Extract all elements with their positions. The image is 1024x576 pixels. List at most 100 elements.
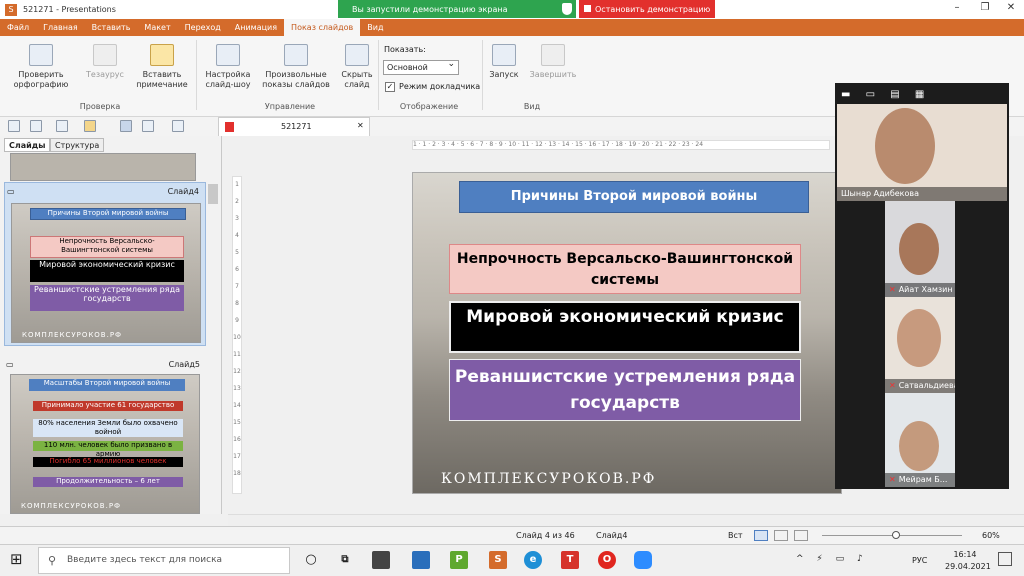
thumb5-line4: Погибло 65 миллионов человек	[33, 457, 183, 467]
horizontal-scrollbar[interactable]	[228, 514, 1024, 526]
thumb5-line3: 110 млн. человек было призвано в армию	[33, 441, 183, 458]
ruler-tick: 17	[233, 453, 241, 460]
setup-icon	[216, 44, 240, 66]
tab-view[interactable]: Вид	[360, 19, 390, 36]
close-icon[interactable]: ✕	[1002, 2, 1020, 16]
slide4-item[interactable]: ▭ Слайд4 Причины Второй мировой войны Не…	[4, 182, 206, 346]
start-show-button[interactable]: Запуск	[486, 44, 522, 80]
zoom-slider-thumb[interactable]	[892, 531, 900, 539]
save-icon[interactable]	[120, 120, 132, 132]
tab-slides[interactable]: Слайды	[4, 138, 51, 152]
participant-tile-2[interactable]: ✕ Айат Хамзин	[885, 201, 955, 297]
insert-note-button[interactable]: Вставить примечание	[132, 44, 192, 90]
tab-layout[interactable]: Макет	[137, 19, 177, 36]
thesaurus-label: Тезаурус	[86, 70, 124, 79]
ruler-tick: 15	[233, 419, 241, 426]
notifications-icon[interactable]	[998, 552, 1012, 566]
store-icon[interactable]	[372, 551, 390, 569]
language-indicator[interactable]: РУС	[912, 556, 927, 565]
participant-tile-3[interactable]: ✕Сатвальдиева Жанна	[885, 297, 955, 393]
tab-slideshow[interactable]: Показ слайдов	[284, 19, 361, 36]
tray-icons[interactable]: ^ ⚡ ▭ ♪	[796, 554, 868, 564]
participant-avatar	[875, 108, 935, 184]
restore-icon[interactable]: ❐	[976, 2, 994, 16]
show-mode-select[interactable]: Основной	[383, 58, 459, 75]
cortana-icon[interactable]: ○	[302, 551, 320, 569]
tab-transition[interactable]: Переход	[178, 19, 228, 36]
view-switch-icons[interactable]: ▬ ▭ ▤ ▦	[841, 89, 1001, 103]
redo-icon[interactable]	[172, 120, 184, 132]
normal-view-icon[interactable]	[754, 530, 768, 541]
status-bar: Слайд 4 из 46 Слайд4 Вст 60%	[0, 526, 1024, 544]
panel-scrollbar[interactable]	[208, 184, 218, 204]
presentations-icon[interactable]: S	[489, 551, 507, 569]
notes-view-icon[interactable]	[794, 530, 808, 541]
tab-file[interactable]: Файл	[0, 19, 36, 36]
participant-avatar	[899, 223, 939, 275]
main-slide[interactable]: Причины Второй мировой войны Непрочность…	[412, 172, 842, 494]
open-folder-icon[interactable]	[84, 120, 96, 132]
hide-slide-button[interactable]: Скрыть слайд	[336, 44, 378, 90]
slide-box3: Реваншистские устремления ряда государст…	[449, 359, 801, 421]
clock[interactable]: 16:14 29.04.2021	[945, 549, 991, 573]
ribbon-divider	[196, 40, 197, 110]
search-icon: ⚲	[48, 554, 57, 567]
taskbar-search[interactable]: ⚲ Введите здесь текст для поиска	[38, 547, 290, 574]
textmaker-icon[interactable]: T	[561, 551, 579, 569]
slide5-item[interactable]: ▭ Слайд5 Масштабы Второй мировой войны П…	[4, 358, 206, 514]
slideshow-setup-button[interactable]: Настройка слайд-шоу	[200, 44, 256, 90]
ruler-tick: 2	[235, 198, 239, 205]
thesaurus-button[interactable]: Тезаурус	[80, 44, 130, 80]
window-title: 521271 - Presentations	[23, 5, 116, 14]
hide-slide-icon	[345, 44, 369, 66]
task-view-icon[interactable]: ⧉	[336, 551, 354, 569]
slide3-thumbnail-partial[interactable]	[10, 153, 196, 181]
screen-share-banner: Вы запустили демонстрацию экрана	[338, 0, 576, 18]
custom-shows-button[interactable]: Произвольные показы слайдов	[260, 44, 332, 90]
minimize-icon[interactable]: –	[948, 2, 966, 16]
sorter-view-icon[interactable]	[774, 530, 788, 541]
slide5-thumbnail[interactable]: Масштабы Второй мировой войны Принимало …	[10, 374, 200, 514]
ruler-tick: 11	[233, 351, 241, 358]
planmaker-icon[interactable]: P	[450, 551, 468, 569]
participant-tile-4[interactable]: ✕ Мейрам Б...	[885, 393, 955, 487]
zoom-app-icon[interactable]	[634, 551, 652, 569]
stop-share-label: Остановить демонстрацию	[595, 4, 711, 14]
undo-icon[interactable]	[142, 120, 154, 132]
slide-watermark: КОМПЛЕКСУРОКОВ.РФ	[441, 471, 657, 487]
slide-name: Слайд4	[596, 531, 628, 540]
spellcheck-button[interactable]: Проверить орфографию	[8, 44, 74, 90]
tab-home[interactable]: Главная	[36, 19, 85, 36]
stop-share-button[interactable]: Остановить демонстрацию	[579, 0, 715, 18]
app-icon: S	[5, 3, 17, 16]
horizontal-ruler: 1 · 1 · 2 · 3 · 4 · 5 · 6 · 7 · 8 · 9 · …	[412, 140, 830, 150]
ruler-tick: 18	[233, 470, 241, 477]
finish-show-button[interactable]: Завершить	[528, 44, 578, 80]
opera-icon[interactable]: O	[598, 551, 616, 569]
start-label: Запуск	[489, 70, 519, 79]
edge-icon[interactable]: e	[524, 551, 542, 569]
tab-insert[interactable]: Вставить	[85, 19, 138, 36]
ruler-tick: 10	[233, 334, 241, 341]
setup-label: Настройка слайд-шоу	[205, 70, 251, 89]
participant-avatar	[899, 421, 939, 471]
ruler-tick: 9	[235, 317, 239, 324]
new-file-icon[interactable]	[56, 120, 68, 132]
menu-icon[interactable]	[8, 120, 20, 132]
tab-animation[interactable]: Анимация	[228, 19, 284, 36]
presenter-mode-checkbox[interactable]: ✓	[385, 82, 395, 92]
mail-icon[interactable]	[412, 551, 430, 569]
thumb5-watermark: КОМПЛЕКСУРОКОВ.РФ	[21, 502, 122, 510]
tab-structure[interactable]: Структура	[50, 138, 105, 152]
group-manage-label: Управление	[264, 102, 316, 111]
thumb4-title: Причины Второй мировой войны	[30, 208, 186, 220]
slide5-label: Слайд5	[168, 360, 200, 369]
group-view-label: Вид	[523, 102, 541, 111]
slide4-thumbnail[interactable]: Причины Второй мировой войны Непрочность…	[11, 203, 201, 343]
close-tab-icon[interactable]: ✕	[357, 121, 364, 130]
participant-tile-1[interactable]: Шынар Адибекова	[837, 104, 1007, 201]
document-tab[interactable]: 521271 ✕	[218, 117, 370, 136]
slide-icon: ▭	[7, 187, 15, 196]
hand-icon[interactable]	[30, 120, 42, 132]
windows-start-icon[interactable]: ⊞	[10, 551, 26, 567]
